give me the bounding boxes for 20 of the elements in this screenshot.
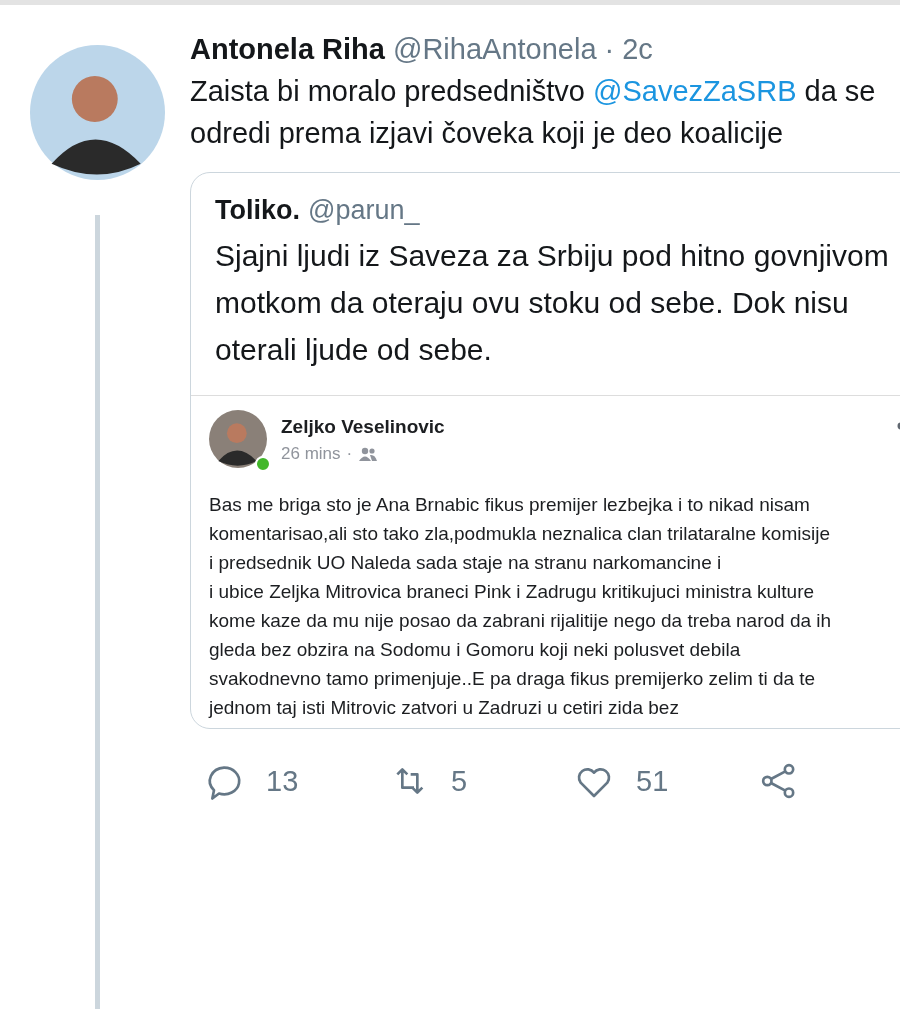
mention-link[interactable]: @SavezZaSRB	[593, 75, 797, 107]
retweet-button[interactable]: 5	[389, 761, 574, 801]
quoted-author-handle: @parun_	[308, 195, 420, 226]
post-author[interactable]: Zeljko Veselinovic	[281, 416, 445, 438]
timestamp: 2c	[622, 33, 653, 66]
avatar[interactable]	[30, 45, 165, 180]
quoted-tweet-text: Sjajni ljudi iz Saveza za Srbiju pod hitno govnjivom motkom da oteraju ovu stoku od sebe. Dok nisu oterali ljude od sebe.	[214, 238, 890, 368]
post-text: i ubice Zeljka Mitrovica braneci Pink i Zadrugu kritikujuci ministra kulture kome kaze da mu nije posao da zabrani rijalitije nego da treba narod da ih gleda bez obzira na Sodomu i Gomoru koji neki polusvet debila svakodnevno tamo primenjuje..E pa draga fikus premijerko zelim ti da te jednom taj isti Mitrovic zatvori u Zadruzi u cetiri zida bez	[209, 580, 833, 720]
like-button[interactable]: 51	[574, 761, 759, 801]
post-time: 26 mins	[281, 444, 341, 464]
quoted-author-name: Toliko.	[215, 195, 300, 226]
people-icon	[358, 447, 379, 461]
avatar[interactable]	[209, 410, 267, 468]
author-name[interactable]: Antonela Riha	[190, 33, 385, 66]
author-handle: @RihaAntonela	[392, 33, 597, 66]
separator: ·	[604, 33, 615, 66]
tweet-text: Zaista bi moralo predsedništvo @SavezZaSRB da se odredi prema izjavi čoveka koji je deo koalicije	[190, 74, 877, 151]
reply-button[interactable]: 13	[204, 761, 389, 801]
separator: ·	[346, 444, 353, 464]
quoted-tweet-card[interactable]	[190, 172, 900, 729]
